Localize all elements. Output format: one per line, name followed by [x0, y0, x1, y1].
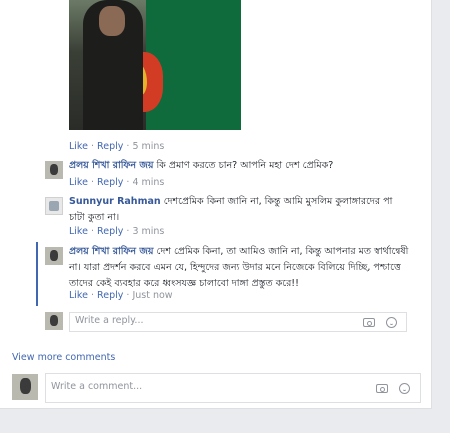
- reply-link[interactable]: Reply: [97, 290, 123, 301]
- photo-comment-meta: Like · Reply · 5 mins: [69, 141, 165, 152]
- new-comment-indicator: [36, 242, 38, 306]
- timestamp: 5 mins: [132, 141, 165, 152]
- comment-author[interactable]: প্রলয় শিখা রাফিন জয়: [69, 160, 153, 171]
- comment-body: Sunnyur Rahman দেশপ্রেমিক কিনা জানি না, …: [69, 194, 409, 226]
- emoji-icon[interactable]: [386, 317, 397, 328]
- reply-link[interactable]: Reply: [97, 141, 123, 152]
- reply-input[interactable]: Write a reply...: [69, 312, 407, 332]
- like-link[interactable]: Like: [69, 177, 88, 188]
- comment-author[interactable]: প্রলয় শিখা রাফিন জয়: [69, 246, 153, 257]
- view-more-comments-link[interactable]: View more comments: [12, 352, 115, 363]
- like-link[interactable]: Like: [69, 290, 88, 301]
- reply-link[interactable]: Reply: [97, 177, 123, 188]
- emoji-icon[interactable]: [399, 383, 410, 394]
- avatar[interactable]: [45, 161, 63, 179]
- avatar[interactable]: [45, 247, 63, 265]
- comment-placeholder: Write a comment...: [51, 381, 143, 392]
- like-link[interactable]: Like: [69, 226, 88, 237]
- comment-meta: Like · Reply · Just now: [69, 290, 173, 301]
- reply-link[interactable]: Reply: [97, 226, 123, 237]
- avatar: [45, 312, 63, 330]
- comment-photo[interactable]: [69, 0, 241, 130]
- camera-icon[interactable]: [376, 384, 388, 393]
- comment-body: প্রলয় শিখা রাফিন জয় দেশ প্রেমিক কিনা, …: [69, 244, 414, 292]
- comment-text: কি প্রমাণ করতে চান? আপনি মহা দেশ প্রেমিক…: [156, 160, 334, 171]
- timestamp: 3 mins: [132, 226, 165, 237]
- person-face: [99, 6, 125, 36]
- like-link[interactable]: Like: [69, 141, 88, 152]
- comment-input[interactable]: Write a comment...: [45, 373, 421, 403]
- comments-card: Like · Reply · 5 mins প্রলয় শিখা রাফিন …: [0, 0, 432, 409]
- comment-meta: Like · Reply · 4 mins: [69, 177, 165, 188]
- reply-placeholder: Write a reply...: [75, 315, 144, 326]
- avatar[interactable]: [45, 197, 63, 215]
- comment-author[interactable]: Sunnyur Rahman: [69, 196, 161, 207]
- camera-icon[interactable]: [363, 318, 375, 327]
- comment-body: প্রলয় শিখা রাফিন জয় কি প্রমাণ করতে চান…: [69, 158, 409, 174]
- avatar: [12, 374, 38, 400]
- timestamp: Just now: [132, 290, 173, 301]
- timestamp: 4 mins: [132, 177, 165, 188]
- comment-meta: Like · Reply · 3 mins: [69, 226, 165, 237]
